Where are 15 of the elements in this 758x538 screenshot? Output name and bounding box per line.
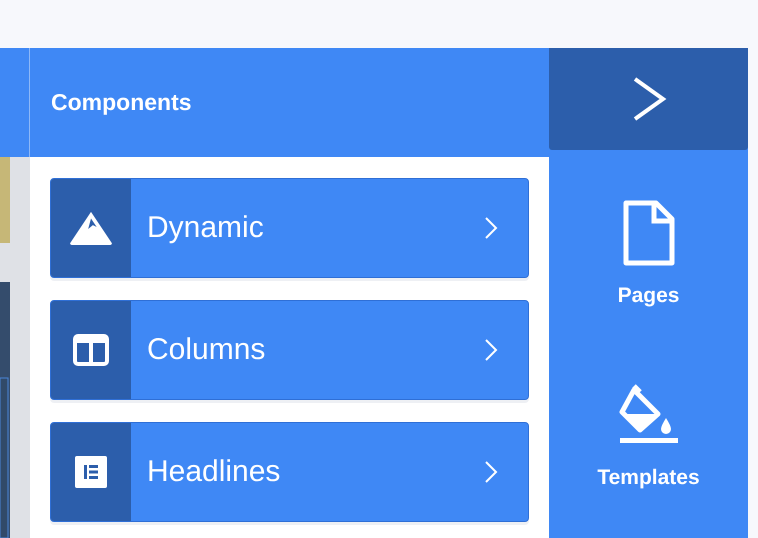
collapse-button[interactable] <box>549 48 748 150</box>
component-item[interactable]: Dynamic <box>50 178 529 278</box>
nav-label[interactable]: Templates <box>597 466 700 490</box>
text-block-icon <box>75 456 107 488</box>
chevron-right-icon <box>484 460 498 484</box>
chevron-right-icon <box>484 338 498 362</box>
chevron-right-icon <box>484 216 498 240</box>
paint-bucket-icon <box>618 384 678 446</box>
component-item[interactable]: Headlines <box>50 422 529 522</box>
component-item[interactable]: Columns <box>50 300 529 400</box>
columns-icon <box>73 334 109 366</box>
panel-title: Components <box>51 89 192 116</box>
page-icon <box>622 200 674 266</box>
mountain-icon <box>68 210 114 246</box>
nav-label[interactable]: Pages <box>618 284 680 308</box>
